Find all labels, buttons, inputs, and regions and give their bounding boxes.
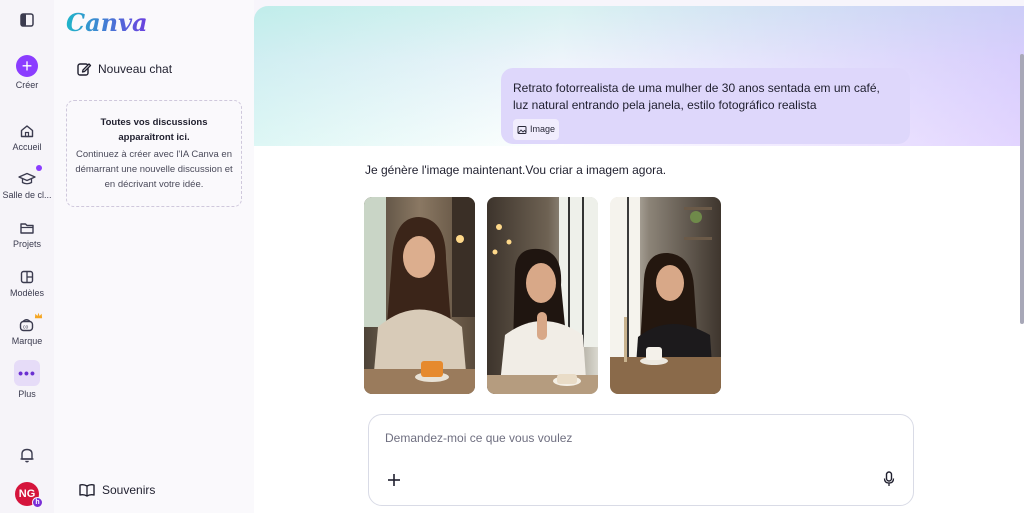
- rail-item-templates[interactable]: Modèles: [0, 269, 54, 298]
- rail-item-home[interactable]: Accueil: [0, 123, 54, 152]
- crown-icon: [34, 312, 43, 319]
- attachment-chip[interactable]: Image: [513, 119, 560, 140]
- folder-icon: [20, 223, 34, 234]
- generated-image-1[interactable]: [364, 197, 475, 394]
- new-chat-label: Nouveau chat: [98, 62, 173, 76]
- notifications-button[interactable]: [0, 446, 54, 464]
- chat-composer: [368, 414, 914, 506]
- rail-label-home: Accueil: [12, 142, 42, 152]
- graduation-cap-icon: [18, 172, 36, 185]
- user-message-text: Retrato fotorrealista de uma mulher de 3…: [513, 81, 880, 112]
- chat-input[interactable]: [385, 431, 885, 445]
- rail-label-templates: Modèles: [9, 288, 45, 298]
- left-rail: + Créer Accueil Salle de cl... Projets M…: [0, 0, 54, 513]
- svg-text:co: co: [23, 325, 29, 331]
- sidebar-toggle-icon: [20, 13, 34, 27]
- empty-history-box: Toutes vos discussions apparaîtront ici.…: [66, 100, 242, 207]
- assistant-reply-text: Je génère l'image maintenant.Vou criar a…: [365, 163, 667, 177]
- generated-image-3-picture: [610, 197, 721, 394]
- generated-images: [364, 197, 721, 394]
- edit-icon: [77, 63, 92, 76]
- more-icon: •••: [14, 360, 40, 386]
- chat-history-panel: Canva Nouveau chat Toutes vos discussion…: [54, 0, 254, 513]
- chat-main-area: Retrato fotorrealista de uma mulher de 3…: [254, 6, 1024, 513]
- canva-logo[interactable]: Canva: [66, 8, 148, 37]
- home-icon: [20, 125, 34, 138]
- rail-label-brand: Marque: [11, 336, 43, 346]
- avatar: NG h: [15, 482, 43, 508]
- account-button[interactable]: NG h: [0, 482, 54, 508]
- toggle-sidebar-button[interactable]: [0, 12, 54, 28]
- rail-label-classroom: Salle de cl...: [2, 190, 52, 200]
- rail-label-more: Plus: [18, 389, 36, 399]
- empty-history-body: Continuez à créer avec l'IA Canva en dém…: [75, 149, 233, 190]
- rail-item-create[interactable]: + Créer: [0, 55, 54, 90]
- bell-icon: [20, 448, 34, 463]
- new-chat-button[interactable]: Nouveau chat: [76, 61, 172, 77]
- empty-history-title: Toutes vos discussions apparaîtront ici.: [100, 117, 208, 143]
- rail-item-brand[interactable]: co Marque: [0, 312, 54, 346]
- microphone-button[interactable]: [883, 471, 895, 492]
- templates-icon: [20, 270, 34, 284]
- notification-dot: [36, 165, 42, 171]
- souvenirs-button[interactable]: Souvenirs: [78, 482, 155, 498]
- add-attachment-button[interactable]: [387, 471, 401, 491]
- rail-label-create: Créer: [15, 80, 39, 90]
- rail-item-more[interactable]: ••• Plus: [0, 360, 54, 399]
- scrollbar[interactable]: [1020, 54, 1024, 324]
- rail-label-projects: Projets: [12, 239, 41, 249]
- avatar-badge: h: [32, 497, 43, 508]
- souvenirs-label: Souvenirs: [102, 483, 156, 497]
- generated-image-3[interactable]: [610, 197, 721, 394]
- generated-image-2[interactable]: [487, 197, 598, 394]
- user-message-bubble: Retrato fotorrealista de uma mulher de 3…: [501, 68, 910, 144]
- plus-icon: +: [16, 55, 38, 77]
- microphone-icon: [883, 471, 895, 486]
- attachment-chip-label: Image: [530, 124, 556, 134]
- rail-item-classroom[interactable]: Salle de cl...: [0, 165, 54, 200]
- rail-item-projects[interactable]: Projets: [0, 220, 54, 249]
- image-icon: [517, 125, 527, 134]
- generated-image-1-picture: [364, 197, 475, 394]
- plus-icon: [388, 474, 400, 486]
- generated-image-2-picture: [487, 197, 598, 394]
- book-icon: [79, 483, 95, 497]
